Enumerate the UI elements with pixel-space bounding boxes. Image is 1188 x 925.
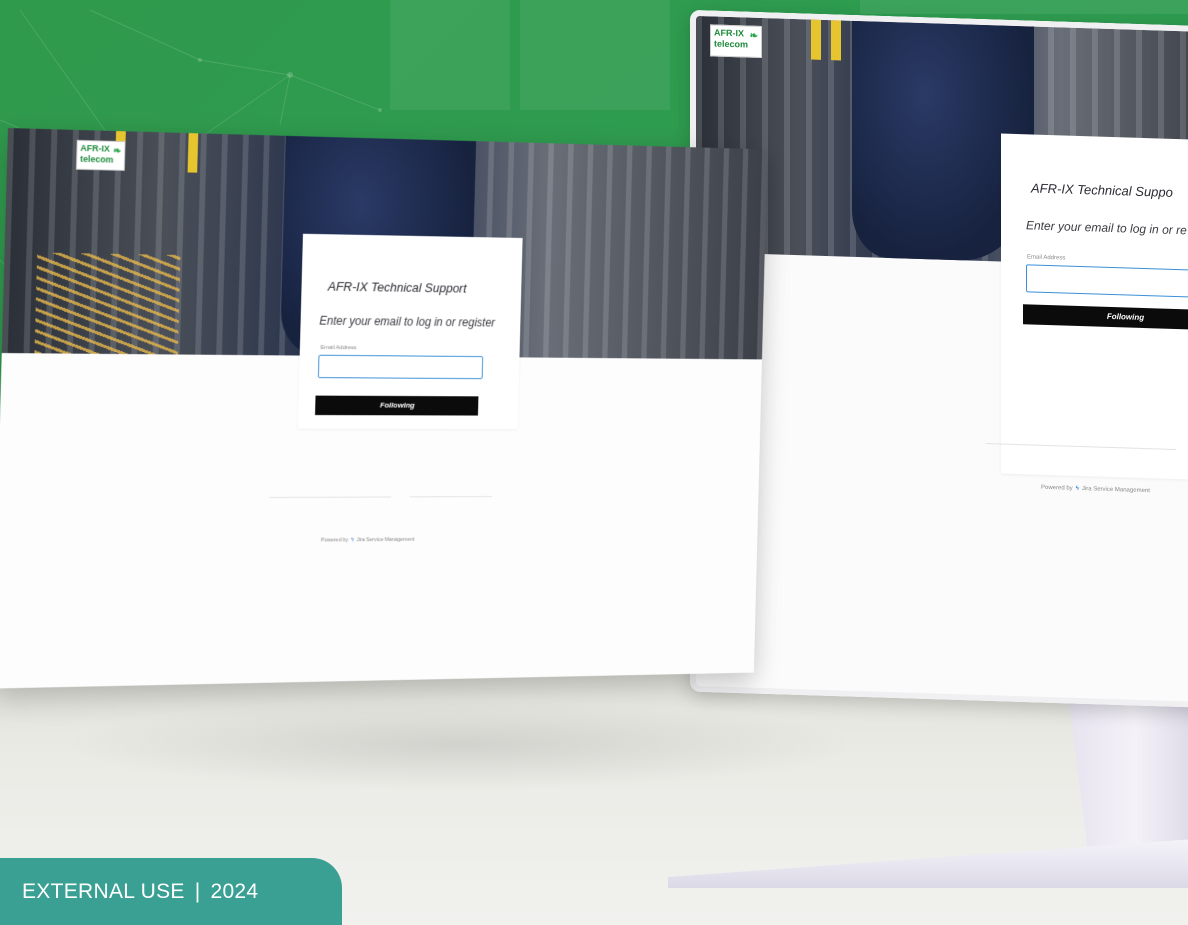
login-card-subtitle: Enter your email to log in or register bbox=[319, 314, 495, 330]
following-button[interactable]: Following bbox=[315, 396, 478, 416]
back-login-card: AFR-IX Technical Suppo Enter your email … bbox=[1001, 134, 1188, 481]
jira-bolt-icon: ϟ bbox=[1076, 486, 1079, 492]
monitor-shadow bbox=[60, 700, 860, 790]
back-card-title: AFR-IX Technical Suppo bbox=[1031, 180, 1173, 199]
front-screen: AFR-IX telecom ❧ AFR-IX Technical Suppor… bbox=[0, 128, 767, 689]
back-card-subtitle: Enter your email to log in or re bbox=[1026, 218, 1187, 237]
front-hero-fiber-cables bbox=[34, 252, 181, 354]
external-use-tag: EXTERNAL USE | 2024 bbox=[0, 858, 342, 925]
email-input[interactable] bbox=[318, 355, 483, 379]
front-hero-cable bbox=[188, 133, 199, 173]
back-hero-cable bbox=[811, 20, 821, 60]
powered-prefix: Powered by bbox=[321, 537, 348, 543]
powered-by: Powered by ϟ Jira Service Management bbox=[321, 537, 415, 544]
back-email-input[interactable] bbox=[1026, 264, 1188, 298]
back-email-label: Email Address bbox=[1027, 254, 1065, 261]
jira-bolt-icon: ϟ bbox=[351, 537, 354, 543]
back-powered-prefix: Powered by bbox=[1041, 485, 1073, 492]
tag-year: 2024 bbox=[210, 880, 258, 904]
back-hero-cable bbox=[831, 20, 841, 60]
email-label: Email Address bbox=[321, 345, 357, 351]
back-monitor: AFR-IX telecom ❧ AFR-IX Technical Suppo … bbox=[690, 10, 1188, 709]
africa-icon: ❧ bbox=[750, 31, 758, 42]
divider-left bbox=[269, 496, 391, 498]
front-brand-logo: AFR-IX telecom ❧ bbox=[76, 140, 126, 171]
powered-product[interactable]: Jira Service Management bbox=[356, 537, 414, 543]
back-powered-product[interactable]: Jira Service Management bbox=[1082, 486, 1150, 494]
tag-separator: | bbox=[195, 880, 201, 904]
back-powered-by: Powered by ϟ Jira Service Management bbox=[1041, 485, 1150, 494]
tag-left-text: EXTERNAL USE bbox=[22, 880, 185, 904]
back-brand-logo: AFR-IX telecom ❧ bbox=[710, 24, 762, 58]
login-card-title: AFR-IX Technical Support bbox=[328, 279, 467, 296]
back-following-button[interactable]: Following bbox=[1023, 304, 1188, 330]
africa-icon: ❧ bbox=[113, 146, 121, 157]
divider-right bbox=[410, 496, 493, 497]
login-card: AFR-IX Technical Support Enter your emai… bbox=[298, 234, 523, 429]
